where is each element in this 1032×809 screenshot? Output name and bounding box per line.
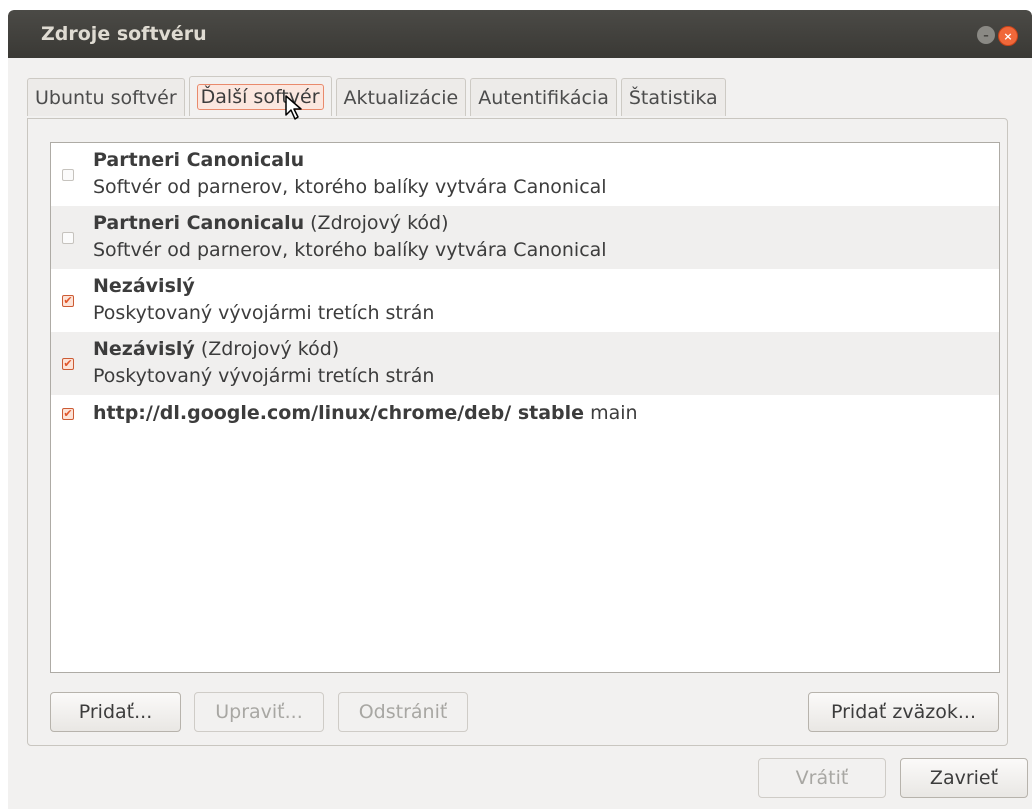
checkmark-icon: ✔ <box>63 294 73 307</box>
close-icon[interactable]: × <box>998 26 1018 46</box>
source-checkbox[interactable] <box>62 169 74 181</box>
source-description: Poskytovaný vývojármi tretích strán <box>93 365 435 387</box>
source-checkbox[interactable]: ✔ <box>62 295 74 307</box>
tab-bar: Ubuntu softvér Ďalší softvér Aktualizáci… <box>27 76 726 118</box>
source-checkbox[interactable]: ✔ <box>62 408 74 420</box>
mouse-cursor-icon <box>285 95 302 120</box>
list-item[interactable]: ✔ http://dl.google.com/linux/chrome/deb/… <box>51 395 999 435</box>
checkmark-icon: ✔ <box>63 357 73 370</box>
source-description: Softvér od parnerov, ktorého balíky vytv… <box>93 176 607 198</box>
source-name: Nezávislý <box>93 338 195 360</box>
tab-other-software[interactable]: Ďalší softvér <box>188 76 332 116</box>
source-suffix: (Zdrojový kód) <box>304 212 449 234</box>
source-description: Poskytovaný vývojármi tretích strán <box>93 302 435 324</box>
remove-button[interactable]: Odstrániť <box>338 692 468 732</box>
source-checkbox[interactable]: ✔ <box>62 358 74 370</box>
revert-button[interactable]: Vrátiť <box>758 758 886 798</box>
list-item[interactable]: ✔ Nezávislý (Zdrojový kód) Poskytovaný vý… <box>51 332 999 395</box>
minimize-icon[interactable]: – <box>977 26 995 44</box>
source-description: Softvér od parnerov, ktorého balíky vytv… <box>93 239 607 261</box>
source-name: Partneri Canonicalu <box>93 212 305 234</box>
list-item[interactable]: ✔ Nezávislý Poskytovaný vývojármi tretích… <box>51 269 999 332</box>
source-suffix: (Zdrojový kód) <box>194 338 340 360</box>
list-item[interactable]: Partneri Canonicalu (Zdrojový kód) Softvé… <box>51 206 999 269</box>
list-item[interactable]: Partneri Canonicalu Softvér od parnerov, … <box>51 143 999 206</box>
edit-button[interactable]: Upraviť... <box>194 692 324 732</box>
source-name: Nezávislý <box>93 275 195 297</box>
add-key-button[interactable]: Pridať zväzok... <box>808 692 999 732</box>
source-name: http://dl.google.com/linux/chrome/deb/ s… <box>93 402 585 424</box>
sources-list[interactable]: Partneri Canonicalu Softvér od parnerov, … <box>50 142 1000 673</box>
close-button[interactable]: Zavrieť <box>900 758 1028 798</box>
window-title: Zdroje softvéru <box>41 23 207 45</box>
tab-statistics[interactable]: Štatistika <box>620 78 726 116</box>
software-sources-window: Zdroje softvéru – × Ubuntu softvér Ďalší… <box>8 10 1032 809</box>
title-bar[interactable]: Zdroje softvéru – × <box>8 10 1032 58</box>
tab-updates[interactable]: Aktualizácie <box>335 78 467 116</box>
checkmark-icon: ✔ <box>63 407 73 420</box>
source-name: Partneri Canonicalu <box>93 149 305 171</box>
add-button[interactable]: Pridať... <box>50 692 181 732</box>
source-checkbox[interactable] <box>62 232 74 244</box>
tab-panel: Partneri Canonicalu Softvér od parnerov, … <box>27 118 1008 746</box>
source-suffix: main <box>584 402 638 424</box>
tab-authentication[interactable]: Autentifikácia <box>470 78 617 116</box>
tab-ubuntu-software[interactable]: Ubuntu softvér <box>27 78 185 116</box>
